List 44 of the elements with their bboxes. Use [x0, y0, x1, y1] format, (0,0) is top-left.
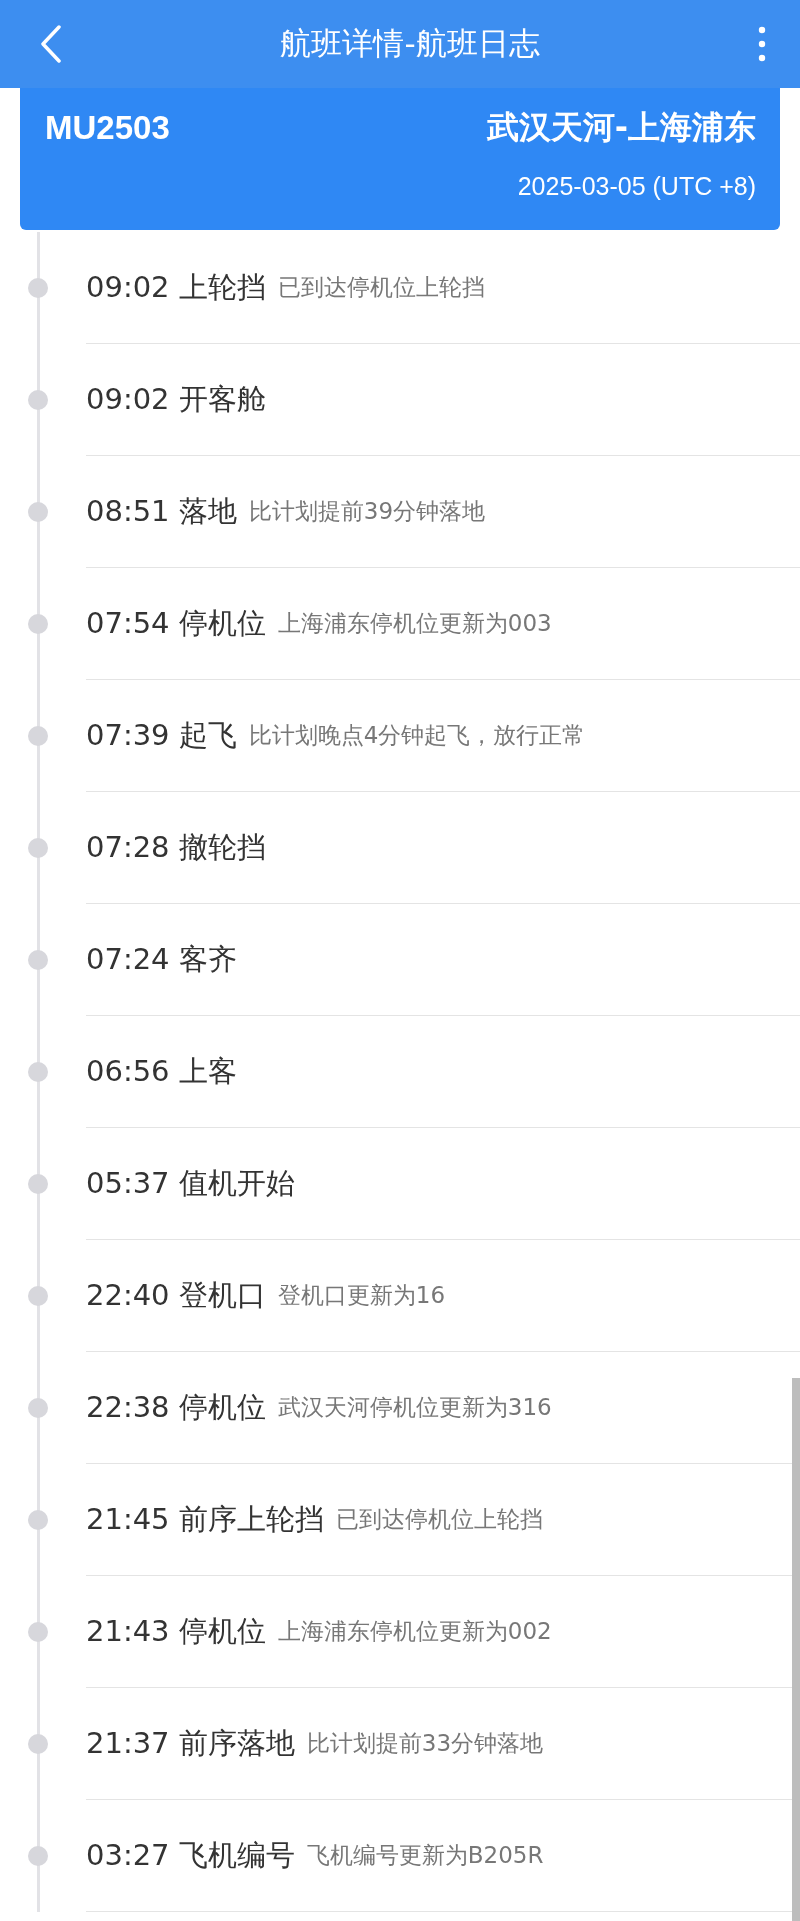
- event-title: 08:51 落地: [86, 492, 237, 530]
- timeline-dot: [28, 838, 48, 858]
- event-title: 21:43 停机位: [86, 1612, 266, 1650]
- event-detail: 上海浦东停机位更新为002: [277, 1617, 552, 1646]
- event-title: 07:39 起飞: [86, 716, 237, 754]
- event-detail: 武汉天河停机位更新为316: [277, 1393, 552, 1422]
- flight-number: MU2503: [45, 109, 170, 147]
- timeline-dot: [28, 1174, 48, 1194]
- event-title: 21:37 前序落地: [86, 1724, 295, 1762]
- event-detail: 已到达停机位上轮挡: [277, 273, 485, 302]
- flight-date: 2025-03-05 (UTC +8): [516, 172, 756, 201]
- event-detail: 上海浦东停机位更新为003: [277, 609, 552, 638]
- timeline-dot: [28, 278, 48, 298]
- timeline-dot: [28, 502, 48, 522]
- timeline-dot: [28, 1734, 48, 1754]
- event-detail: 登机口更新为16: [277, 1281, 446, 1310]
- event-detail: 已到达停机位上轮挡: [335, 1505, 543, 1534]
- event-title: 21:45 前序上轮挡: [86, 1500, 324, 1538]
- event-title: 09:02 开客舱: [86, 380, 266, 418]
- timeline-dot: [28, 1622, 48, 1642]
- timeline-dot: [28, 950, 48, 970]
- event-detail: 飞机编号更新为B205R: [306, 1841, 544, 1870]
- flight-route: 武汉天河-上海浦东: [486, 107, 756, 148]
- event-title: 06:56 上客: [86, 1052, 237, 1090]
- timeline-dot: [28, 1062, 48, 1082]
- page-title: 航班详情-航班日志: [280, 24, 540, 63]
- timeline-dot: [28, 390, 48, 410]
- timeline-dot: [28, 1398, 48, 1418]
- event-title: 07:24 客齐: [86, 940, 237, 978]
- event-title: 03:27 飞机编号: [86, 1836, 295, 1874]
- event-detail: 比计划提前33分钟落地: [306, 1729, 544, 1758]
- event-detail: 比计划提前39分钟落地: [248, 497, 486, 526]
- timeline-dot: [28, 1286, 48, 1306]
- event-title: 07:54 停机位: [86, 604, 266, 642]
- event-title: 09:02 上轮挡: [86, 268, 266, 306]
- event-detail: 比计划晚点4分钟起飞，放行正常: [248, 721, 586, 750]
- timeline-dot: [28, 726, 48, 746]
- event-title: 07:28 撤轮挡: [86, 828, 266, 866]
- timeline-dot: [28, 1846, 48, 1866]
- timeline-dot: [28, 1510, 48, 1530]
- event-title: 22:40 登机口: [86, 1276, 266, 1314]
- timeline-dot: [28, 614, 48, 634]
- event-title: 05:37 值机开始: [86, 1164, 295, 1202]
- event-title: 22:38 停机位: [86, 1388, 266, 1426]
